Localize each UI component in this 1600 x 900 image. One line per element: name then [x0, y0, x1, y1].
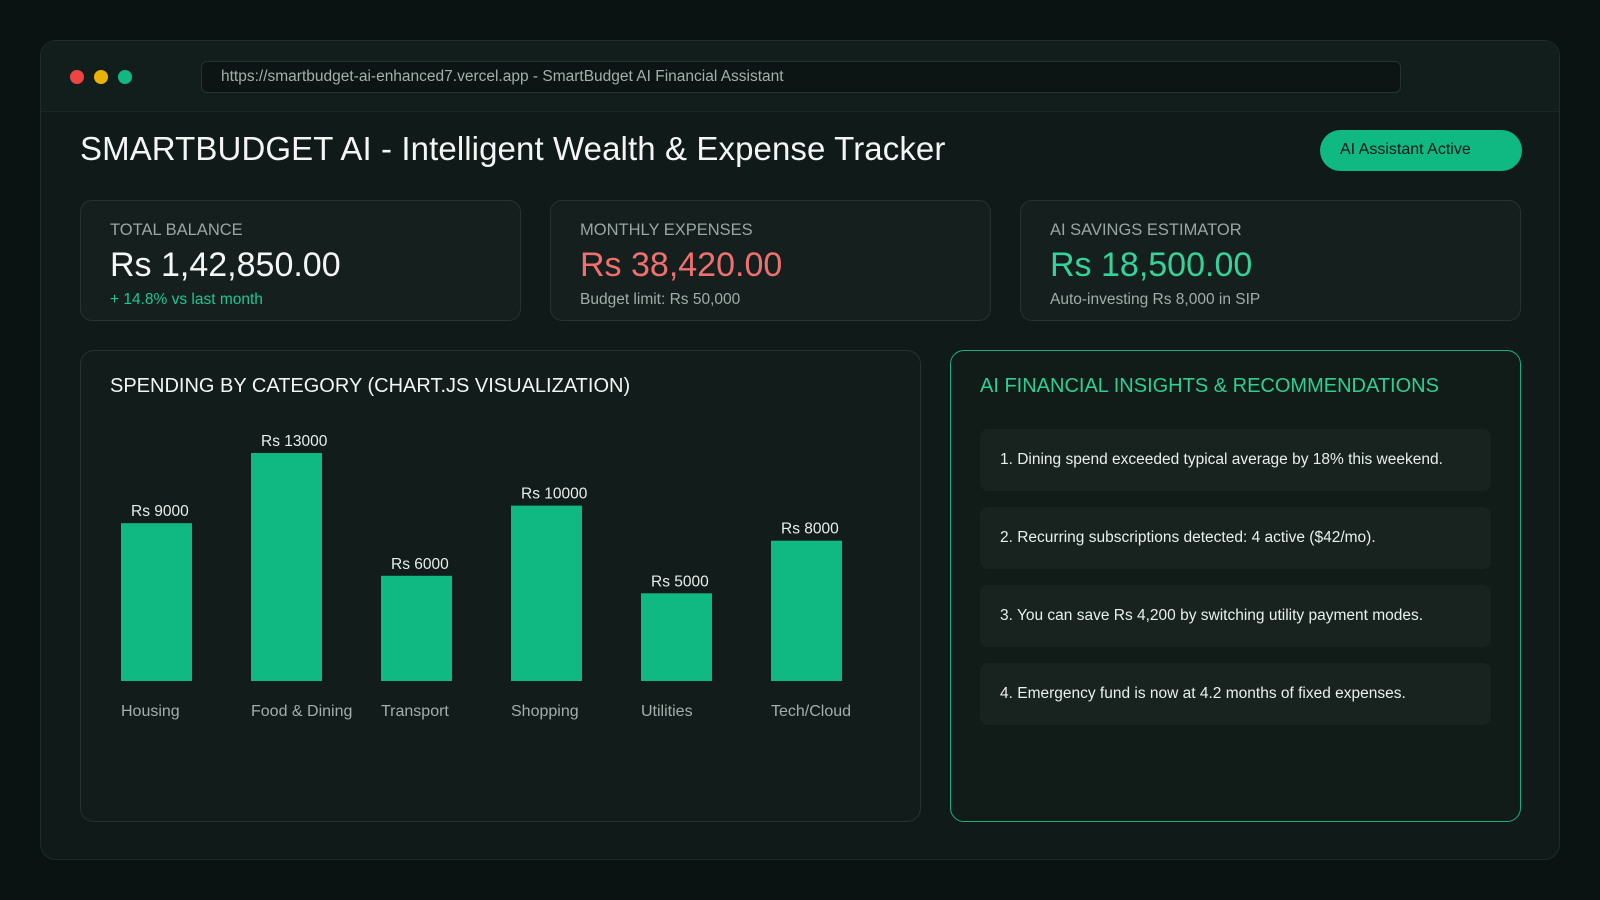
ai-savings-card: AI SAVINGS ESTIMATOR Rs 18,500.00 Auto-i… — [1020, 200, 1521, 321]
bar-value-label: Rs 10000 — [521, 486, 588, 503]
bar-transport[interactable] — [381, 575, 452, 681]
category-label: Tech/Cloud — [771, 703, 851, 720]
insight-item: 1. Dining spend exceeded typical average… — [980, 429, 1491, 491]
card-label: AI SAVINGS ESTIMATOR — [1050, 221, 1242, 239]
budget-limit-text: Budget limit: Rs 50,000 — [580, 291, 741, 308]
auto-investing-text: Auto-investing Rs 8,000 in SIP — [1050, 291, 1261, 308]
bar-shopping[interactable] — [511, 505, 582, 681]
browser-titlebar: https://smartbudget-ai-enhanced7.vercel.… — [41, 41, 1559, 112]
insight-item: 2. Recurring subscriptions detected: 4 a… — [980, 507, 1491, 569]
ai-insights-panel: AI FINANCIAL INSIGHTS & RECOMMENDATIONS … — [950, 350, 1521, 822]
address-bar[interactable]: https://smartbudget-ai-enhanced7.vercel.… — [201, 61, 1401, 93]
maximize-window-button[interactable] — [118, 70, 132, 84]
category-label: Transport — [381, 703, 449, 720]
spending-bar-chart: Rs 9000 Housing Rs 13000 Food & Dining Rs 60… — [121, 433, 851, 720]
bar-value-label: Rs 13000 — [261, 433, 328, 450]
spending-chart-panel: SPENDING BY CATEGORY (CHART.JS VISUALIZA… — [80, 350, 921, 822]
card-label: TOTAL BALANCE — [110, 221, 243, 239]
category-label: Food & Dining — [251, 703, 352, 720]
category-label: Utilities — [641, 703, 693, 720]
insight-item: 3. You can save Rs 4,200 by switching ut… — [980, 585, 1491, 647]
ai-assistant-status-button[interactable]: AI Assistant Active — [1320, 130, 1522, 171]
bar-utilities[interactable] — [641, 593, 712, 681]
insights-list: 1. Dining spend exceeded typical average… — [951, 351, 1520, 821]
bar-housing[interactable] — [121, 523, 192, 681]
minimize-window-button[interactable] — [94, 70, 108, 84]
balance-change-text: + 14.8% vs last month — [110, 291, 263, 308]
bar-value-label: Rs 8000 — [781, 521, 839, 538]
category-label: Housing — [121, 703, 180, 720]
bar-food-dining[interactable] — [251, 453, 322, 681]
total-balance-value: Rs 1,42,850.00 — [110, 246, 341, 284]
ai-savings-value: Rs 18,500.00 — [1050, 246, 1253, 284]
close-window-button[interactable] — [70, 70, 84, 84]
card-label: MONTHLY EXPENSES — [580, 221, 753, 239]
bar-value-label: Rs 6000 — [391, 556, 449, 573]
page-title: SMARTBUDGET AI - Intelligent Wealth & Ex… — [80, 130, 946, 167]
insight-item: 4. Emergency fund is now at 4.2 months o… — [980, 663, 1491, 725]
total-balance-card: TOTAL BALANCE Rs 1,42,850.00 + 14.8% vs … — [80, 200, 521, 321]
bar-tech-cloud[interactable] — [771, 540, 842, 681]
monthly-expenses-card: MONTHLY EXPENSES Rs 38,420.00 Budget lim… — [550, 200, 991, 321]
monthly-expenses-value: Rs 38,420.00 — [580, 246, 783, 284]
category-label: Shopping — [511, 703, 579, 720]
bar-value-label: Rs 9000 — [131, 503, 189, 520]
bar-value-label: Rs 5000 — [651, 573, 709, 590]
